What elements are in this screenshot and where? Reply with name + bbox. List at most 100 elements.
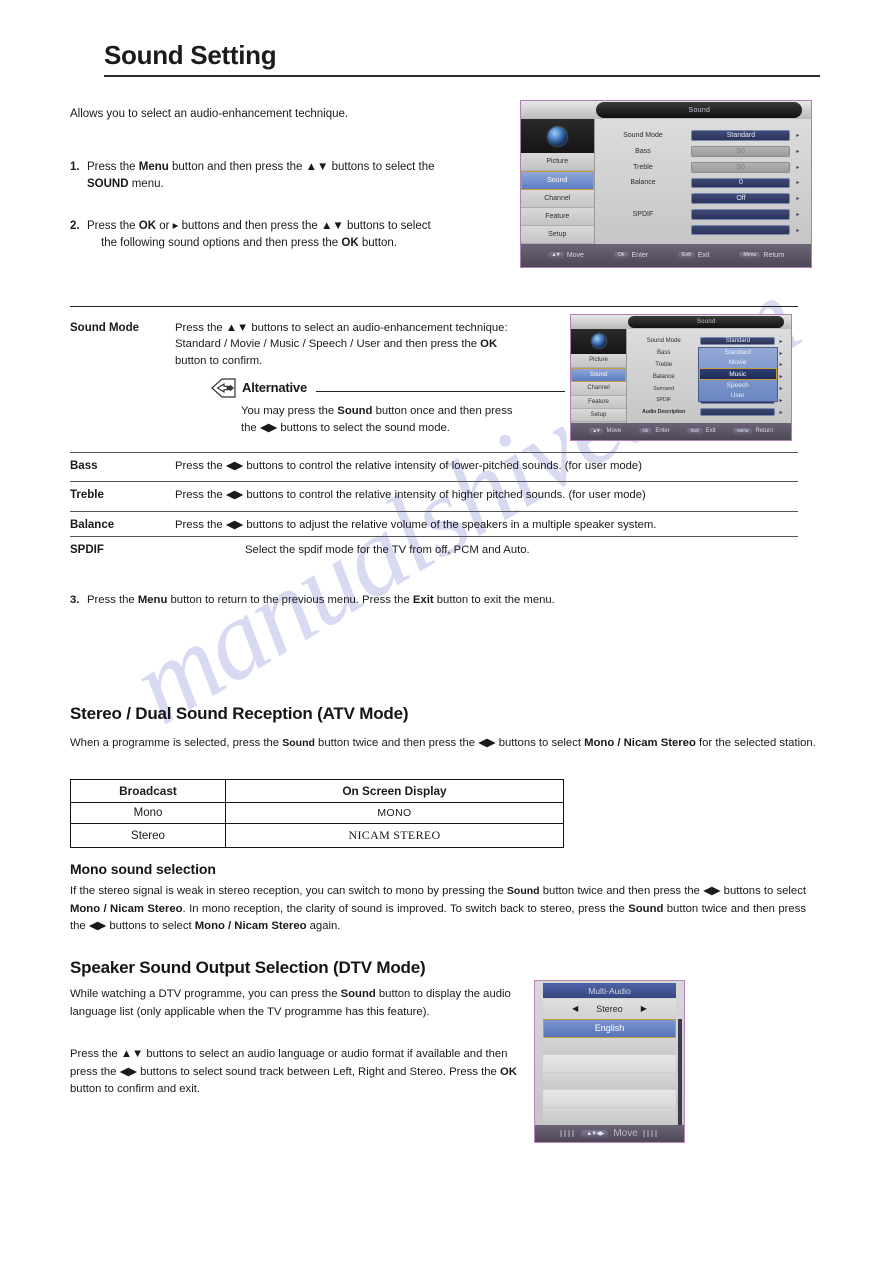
osd-row-value[interactable] [700,408,776,417]
osd-hint-label: Move [566,251,584,259]
alternative-callout: Alternative You may press the Sound butt… [175,378,565,437]
osd-row-value[interactable]: Standard [691,130,791,142]
osd-option-user[interactable]: User [699,391,777,401]
osd-row-value[interactable] [691,209,791,220]
multi-audio-item-empty-4[interactable] [543,1090,676,1108]
speaker-sound-keyword: Sound [340,988,376,1000]
osd-row-extra[interactable]: ▸ [595,222,806,238]
cell-broadcast-mono: Mono [70,802,226,824]
osd-row-value[interactable]: Standard [700,337,776,346]
chevron-right-icon[interactable]: ▸ [790,227,805,234]
table-header-row: Broadcast On Screen Display [70,779,564,803]
stereo-part-a: When a programme is selected, press the [70,737,283,749]
osd-multi-audio-dialog: Multi-Audio ◀ Stereo ▶ English ▲▼◀▶ Move [534,980,685,1143]
alternative-body: You may press the Sound button once and … [211,403,565,437]
prop-row-balance: Balance Press the ◀▶ buttons to adjust t… [70,517,800,534]
multi-audio-scrollbar[interactable] [678,1019,682,1125]
osd-sidebar-item-setup[interactable]: Setup [571,409,626,423]
stereo-sound-keyword: Sound [282,737,315,749]
osd-row-label: Balance [630,179,656,187]
mono-part-c: button twice and then press the ◀▶ butto… [539,885,807,897]
left-arrow-icon[interactable]: ◀ [572,1004,578,1013]
stereo-part-c: button twice and then press the [314,737,476,749]
osd-row-value[interactable]: Off [691,193,791,205]
osd-sidebar-item-feature[interactable]: Feature [571,395,626,409]
grip-right-icon [642,1130,659,1137]
right-arrow-icon[interactable]: ▶ [641,1004,647,1013]
osd-sound-menu-screenshot: Sound Picture Sound Channel Feature Setu… [520,100,812,268]
para-speaker-output-2: Press the ▲▼ buttons to select an audio … [70,1046,522,1099]
header-on-screen-display: On Screen Display [225,779,564,803]
chevron-right-icon[interactable]: ▸ [790,164,805,171]
osd-row-balance[interactable]: Balance 0 ▸ [595,175,806,191]
osd-option-music[interactable]: Music [698,368,777,381]
chevron-right-icon[interactable]: ▸ [790,132,805,139]
alt-part-d: the ◀▶ buttons to select the sound mode. [241,422,450,435]
osd-row-label: Balance [652,373,675,380]
osd-sidebar-item-channel[interactable]: Channel [571,382,626,396]
para-speaker-output-1: While watching a DTV programme, you can … [70,986,522,1021]
osd-row-treble[interactable]: Treble 50 ▸ [595,159,806,175]
osd-hint-return: Menu Return [733,428,773,435]
rule-above-balance [70,511,798,512]
osd-row-bass[interactable]: Bass 50 ▸ [595,144,806,160]
multi-audio-item-empty-1[interactable] [543,1037,676,1055]
osd-row-sound-mode[interactable]: Sound Mode Standard ▸ [627,335,787,347]
multi-audio-key-dpad: ▲▼◀▶ [581,1129,609,1138]
osd-row-value[interactable]: 50 [691,146,791,157]
osd-sidebar-item-sound[interactable]: Sound [571,367,626,383]
chevron-right-icon[interactable]: ▸ [790,195,805,202]
osd-row-audio-description[interactable]: Audio Description ▸ [627,406,787,418]
chevron-right-icon[interactable]: ▸ [790,179,805,186]
osd-row-spdif[interactable]: SPDIF ▸ [595,207,806,223]
osd-sound-mode-options-dropdown[interactable]: Standard Movie Music Speech User [697,346,778,402]
multi-audio-item-empty-3[interactable] [543,1072,676,1090]
table-row: Stereo NICAM STEREO [70,823,564,848]
multi-audio-track-value: Stereo [596,1003,623,1014]
osd-row-sound-mode[interactable]: Sound Mode Standard ▸ [595,128,806,144]
osd-key-exit: Exit [678,251,695,259]
multi-audio-item-english[interactable]: English [543,1019,676,1038]
osd-sidebar-item-sound[interactable]: Sound [521,170,594,190]
osd-row-label: Treble [633,163,653,171]
heading-speaker-sound-output: Speaker Sound Output Selection (DTV Mode… [70,958,426,977]
osd-hint-label: Move [606,428,622,435]
multi-audio-item-empty-2[interactable] [543,1055,676,1073]
osd-title: Sound [596,102,803,118]
step2-part-a: Press the [87,219,139,232]
chevron-right-icon[interactable]: ▸ [790,211,805,218]
osd-row-value[interactable]: 50 [691,161,791,173]
osd-sidebar-item-channel[interactable]: Channel [521,189,594,208]
osd-row-surround[interactable]: Off ▸ [595,191,806,207]
osd-option-speech[interactable]: Speech [699,380,777,390]
osd-hint-label: Exit [697,251,710,259]
osd-sidebar-item-picture[interactable]: Picture [571,354,626,368]
step1-part-a: Press the [87,161,139,173]
prop-label-spdif: SPDIF [70,544,104,556]
prop-body-balance: Press the ◀▶ buttons to adjust the relat… [175,519,657,531]
multi-audio-item-empty-5[interactable] [543,1107,676,1125]
osd-hint-label: Enter [655,428,670,435]
chevron-right-icon[interactable]: ▸ [775,338,786,345]
osd-row-label: Bass [657,350,671,357]
step-text: Press the Menu button and then press the… [87,159,515,194]
chevron-right-icon[interactable]: ▸ [775,409,786,416]
osd-sidebar-item-picture[interactable]: Picture [521,152,594,171]
para-mono-selection: If the stereo signal is weak in stereo r… [70,883,806,936]
prop-label-sound-mode: Sound Mode [70,322,139,334]
osd-key-menu: Menu [733,428,753,435]
osd-option-standard[interactable]: Standard [699,348,777,358]
osd-hint-exit: Exit Exit [687,428,716,435]
osd-sidebar-item-feature[interactable]: Feature [521,207,594,226]
chevron-right-icon[interactable]: ▸ [790,148,805,155]
sound-mode-line-3: button to confirm. [175,354,263,367]
osd-row-value[interactable] [691,224,791,236]
osd-row-value[interactable]: 0 [691,177,791,189]
multi-audio-title: Multi-Audio [543,983,676,998]
osd-sidebar-item-setup[interactable]: Setup [521,225,594,244]
step-number: 1. [70,161,80,173]
osd-option-movie[interactable]: Movie [699,358,777,368]
multi-audio-track-selector[interactable]: ◀ Stereo ▶ [543,999,676,1018]
step1-part-e: menu. [128,178,164,191]
step2-part-c: or ▸ buttons and then press the ▲▼ butto… [156,219,431,232]
